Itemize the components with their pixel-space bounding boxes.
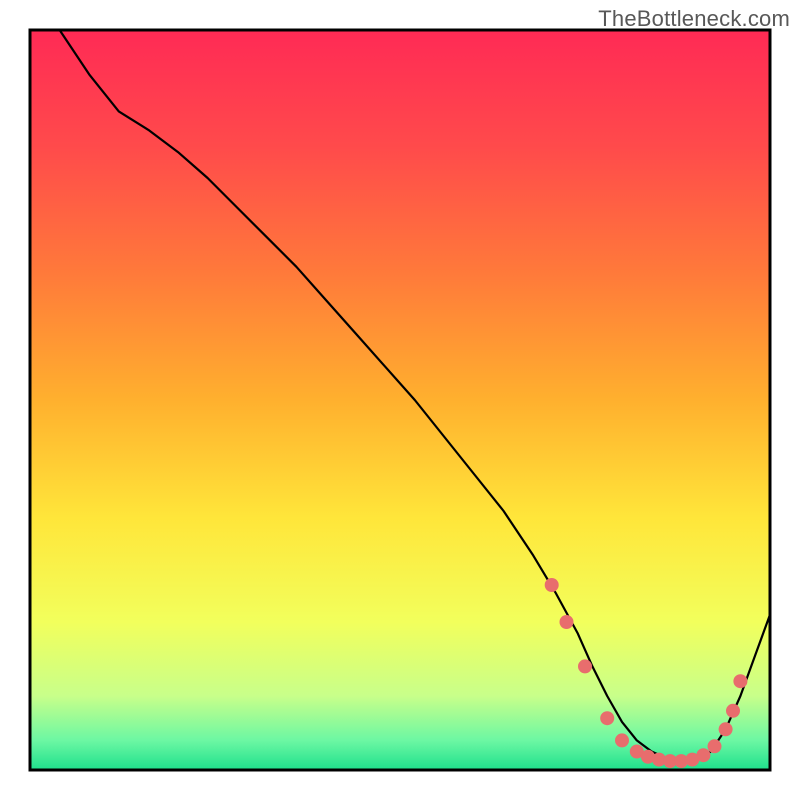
marker-dot <box>615 733 629 747</box>
marker-dot <box>560 615 574 629</box>
marker-dot <box>578 659 592 673</box>
bottleneck-chart <box>0 0 800 800</box>
chart-container: TheBottleneck.com <box>0 0 800 800</box>
marker-dot <box>696 748 710 762</box>
marker-dot <box>545 578 559 592</box>
marker-dot <box>719 722 733 736</box>
watermark-label: TheBottleneck.com <box>598 6 790 32</box>
gradient-background <box>30 30 770 770</box>
marker-dot <box>733 674 747 688</box>
marker-dot <box>600 711 614 725</box>
marker-dot <box>726 704 740 718</box>
marker-dot <box>708 739 722 753</box>
